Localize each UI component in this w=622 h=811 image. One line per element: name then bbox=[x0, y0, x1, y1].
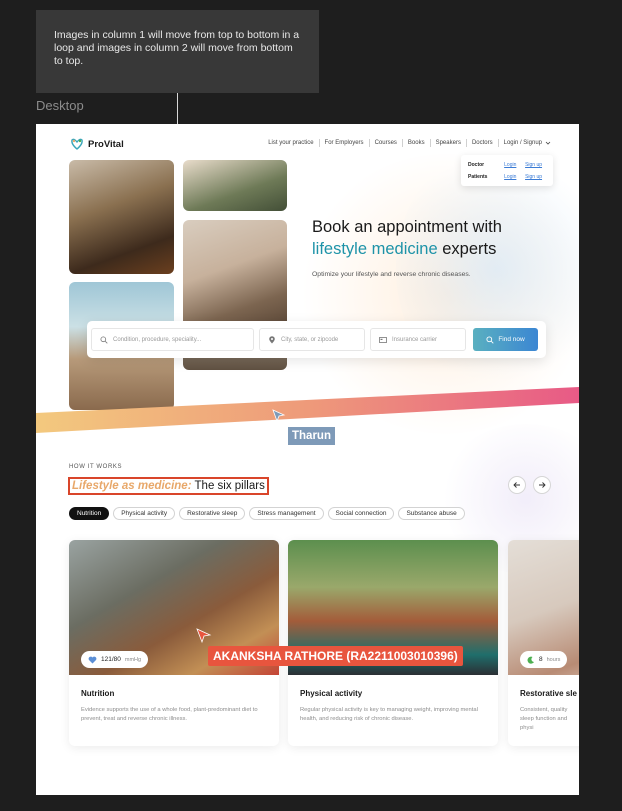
dropdown-row-doctor: Doctor Login Sign up bbox=[468, 159, 546, 171]
pillar-chips: Nutrition Physical activity Restorative … bbox=[69, 507, 465, 520]
hero-title-accent: lifestyle medicine bbox=[312, 240, 438, 258]
photo-cooking bbox=[69, 160, 174, 274]
collaborator-tag-tharun: Tharun bbox=[288, 427, 335, 445]
carousel-prev-button[interactable] bbox=[508, 476, 526, 494]
hero-subtitle: Optimize your lifestyle and reverse chro… bbox=[312, 271, 471, 278]
nav-link-speakers[interactable]: Speakers bbox=[431, 139, 467, 147]
section-title-rest: The six pillars bbox=[191, 480, 265, 492]
moon-icon bbox=[527, 656, 534, 664]
chevron-down-icon bbox=[545, 141, 551, 145]
hero-title: Book an appointment with lifestyle medic… bbox=[312, 216, 572, 260]
pillar-card-nutrition[interactable]: 121/80 mmHg Nutrition Evidence supports … bbox=[69, 540, 279, 746]
card-title: Physical activity bbox=[300, 689, 363, 698]
card-title: Nutrition bbox=[81, 689, 115, 698]
carousel-next-button[interactable] bbox=[533, 476, 551, 494]
section-title-accent: Lifestyle as medicine: bbox=[72, 480, 192, 492]
nav-link-login-signup[interactable]: Login / Signup bbox=[499, 139, 551, 147]
arrow-right-icon bbox=[539, 482, 546, 488]
login-dropdown: Doctor Login Sign up Patients Login Sign… bbox=[461, 155, 553, 186]
find-now-button[interactable]: Find now bbox=[473, 328, 538, 351]
nav-link-courses[interactable]: Courses bbox=[370, 139, 403, 147]
chip-nutrition[interactable]: Nutrition bbox=[69, 507, 110, 520]
chip-substance-abuse[interactable]: Substance abuse bbox=[398, 507, 465, 520]
location-input[interactable]: City, state, or zipcode bbox=[259, 328, 365, 351]
nav-links: List your practice For Employers Courses… bbox=[263, 139, 551, 147]
badge-unit: hours bbox=[546, 656, 561, 663]
hero-title-line1: Book an appointment with bbox=[312, 218, 502, 236]
chip-restorative-sleep[interactable]: Restorative sleep bbox=[179, 507, 246, 520]
pillar-card-physical-activity[interactable]: Physical activity Regular physical activ… bbox=[288, 540, 498, 746]
chip-social-connection[interactable]: Social connection bbox=[327, 507, 395, 520]
card-description: Evidence supports the use of a whole foo… bbox=[81, 707, 258, 722]
logo-text: ProVital bbox=[88, 138, 124, 150]
nav-link-list-practice[interactable]: List your practice bbox=[263, 139, 320, 147]
doctor-signup-link[interactable]: Sign up bbox=[525, 162, 546, 168]
card-title: Restorative sle bbox=[520, 689, 577, 698]
search-icon bbox=[100, 335, 108, 344]
insurance-input[interactable]: Insurance carrier bbox=[370, 328, 466, 351]
frame-label: Desktop bbox=[36, 98, 84, 113]
card-description: Consistent, quality sleep function and p… bbox=[520, 707, 568, 731]
provital-logo-icon bbox=[71, 138, 83, 150]
desktop-frame: ProVital List your practice For Employer… bbox=[36, 124, 579, 795]
card-description: Regular physical activity is key to mana… bbox=[300, 707, 478, 722]
dropdown-row-patients: Patients Login Sign up bbox=[468, 171, 546, 183]
card-badge: 8 hours bbox=[520, 651, 568, 668]
search-bar: Condition, procedure, speciality... City… bbox=[87, 321, 546, 358]
login-signup-label: Login / Signup bbox=[503, 140, 542, 146]
condition-placeholder: Condition, procedure, speciality... bbox=[113, 336, 202, 343]
annotation-note: Images in column 1 will move from top to… bbox=[36, 10, 319, 93]
arrow-left-icon bbox=[513, 482, 520, 488]
nav-link-books[interactable]: Books bbox=[403, 139, 431, 147]
condition-input[interactable]: Condition, procedure, speciality... bbox=[91, 328, 254, 351]
nav-link-doctors[interactable]: Doctors bbox=[467, 139, 499, 147]
collaborator-tag-akanksha: AKANKSHA RATHORE (RA2211003010396) bbox=[208, 646, 463, 666]
patient-signup-link[interactable]: Sign up bbox=[525, 174, 546, 180]
dropdown-role: Patients bbox=[468, 174, 488, 180]
dropdown-role: Doctor bbox=[468, 162, 485, 168]
card-badge: 121/80 mmHg bbox=[81, 651, 149, 668]
nav-link-employers[interactable]: For Employers bbox=[320, 139, 370, 147]
patient-login-link[interactable]: Login bbox=[504, 174, 525, 180]
logo[interactable]: ProVital bbox=[70, 137, 124, 151]
cursor-pointer-icon bbox=[196, 628, 212, 644]
insurance-card-icon bbox=[379, 336, 387, 343]
chip-stress-management[interactable]: Stress management bbox=[249, 507, 324, 520]
section-title: Lifestyle as medicine: The six pillars bbox=[68, 477, 269, 495]
location-placeholder: City, state, or zipcode bbox=[281, 336, 339, 343]
hero-title-rest: experts bbox=[437, 240, 497, 258]
photo-yoga-mat bbox=[183, 160, 287, 211]
find-now-label: Find now bbox=[498, 336, 525, 343]
cursor-pointer-icon bbox=[272, 409, 286, 423]
search-icon bbox=[486, 335, 494, 344]
doctor-login-link[interactable]: Login bbox=[504, 162, 525, 168]
badge-unit: mmHg bbox=[124, 656, 142, 663]
location-pin-icon bbox=[269, 335, 275, 343]
badge-value: 8 bbox=[539, 656, 543, 663]
heart-icon bbox=[88, 656, 97, 663]
pillar-card-restorative-sleep[interactable]: 8 hours Restorative sle Consistent, qual… bbox=[508, 540, 579, 746]
chip-physical-activity[interactable]: Physical activity bbox=[113, 507, 176, 520]
section-label: HOW IT WORKS bbox=[69, 464, 123, 470]
badge-value: 121/80 bbox=[101, 656, 121, 663]
insurance-placeholder: Insurance carrier bbox=[392, 336, 438, 343]
